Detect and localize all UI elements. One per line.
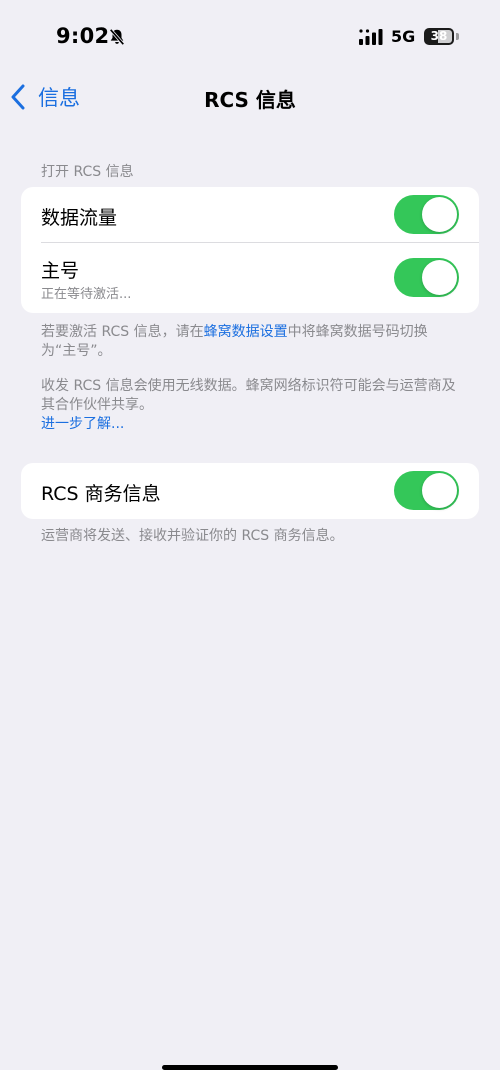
footer-text: 若要激活 RCS 信息，请在: [41, 324, 204, 340]
footer-data-usage-note: 收发 RCS 信息会使用无线数据。蜂窝网络标识符可能会与运营商及其合作伙伴共享。…: [41, 377, 461, 434]
row-rcs-business[interactable]: RCS 商务信息: [21, 463, 479, 519]
footer-activation-note: 若要激活 RCS 信息，请在蜂窝数据设置中将蜂窝数据号码切换为“主号”。: [41, 323, 461, 361]
status-time: 9:02: [56, 24, 110, 48]
toggle-cellular-data[interactable]: [394, 195, 459, 234]
row-subtitle-primary-number: 正在等待激活...: [41, 287, 132, 302]
bell-slash-icon: [109, 28, 125, 46]
toggle-primary-number[interactable]: [394, 258, 459, 297]
learn-more-link[interactable]: 进一步了解...: [41, 415, 461, 434]
settings-group-business: RCS 商务信息: [21, 463, 479, 519]
section-header-rcs: 打开 RCS 信息: [41, 164, 134, 180]
battery-cap: [456, 33, 459, 40]
settings-group-rcs: 数据流量 主号 正在等待激活...: [21, 187, 479, 313]
row-primary-number[interactable]: 主号 正在等待激活...: [21, 243, 479, 313]
footer-business-note: 运营商将发送、接收并验证你的 RCS 商务信息。: [41, 528, 344, 544]
toggle-knob: [422, 260, 457, 295]
row-cellular-data[interactable]: 数据流量: [21, 187, 479, 243]
page-title: RCS 信息: [204, 88, 296, 112]
home-indicator[interactable]: [162, 1065, 338, 1070]
row-title-cellular-data: 数据流量: [41, 207, 118, 229]
cellular-data-settings-link[interactable]: 蜂窝数据设置: [204, 324, 288, 340]
battery-level: 38: [430, 29, 448, 43]
toggle-knob: [422, 197, 457, 232]
toggle-rcs-business[interactable]: [394, 471, 459, 510]
row-title-primary-number: 主号: [41, 260, 80, 282]
signal-strength-icon: [359, 29, 383, 45]
network-type: 5G: [391, 27, 416, 46]
status-bar: 9:02 5G 38: [0, 0, 500, 70]
row-title-rcs-business: RCS 商务信息: [41, 483, 161, 505]
toggle-knob: [422, 473, 457, 508]
footer-text: 收发 RCS 信息会使用无线数据。蜂窝网络标识符可能会与运营商及其合作伙伴共享。: [41, 378, 456, 413]
battery-icon: 38: [424, 28, 454, 45]
